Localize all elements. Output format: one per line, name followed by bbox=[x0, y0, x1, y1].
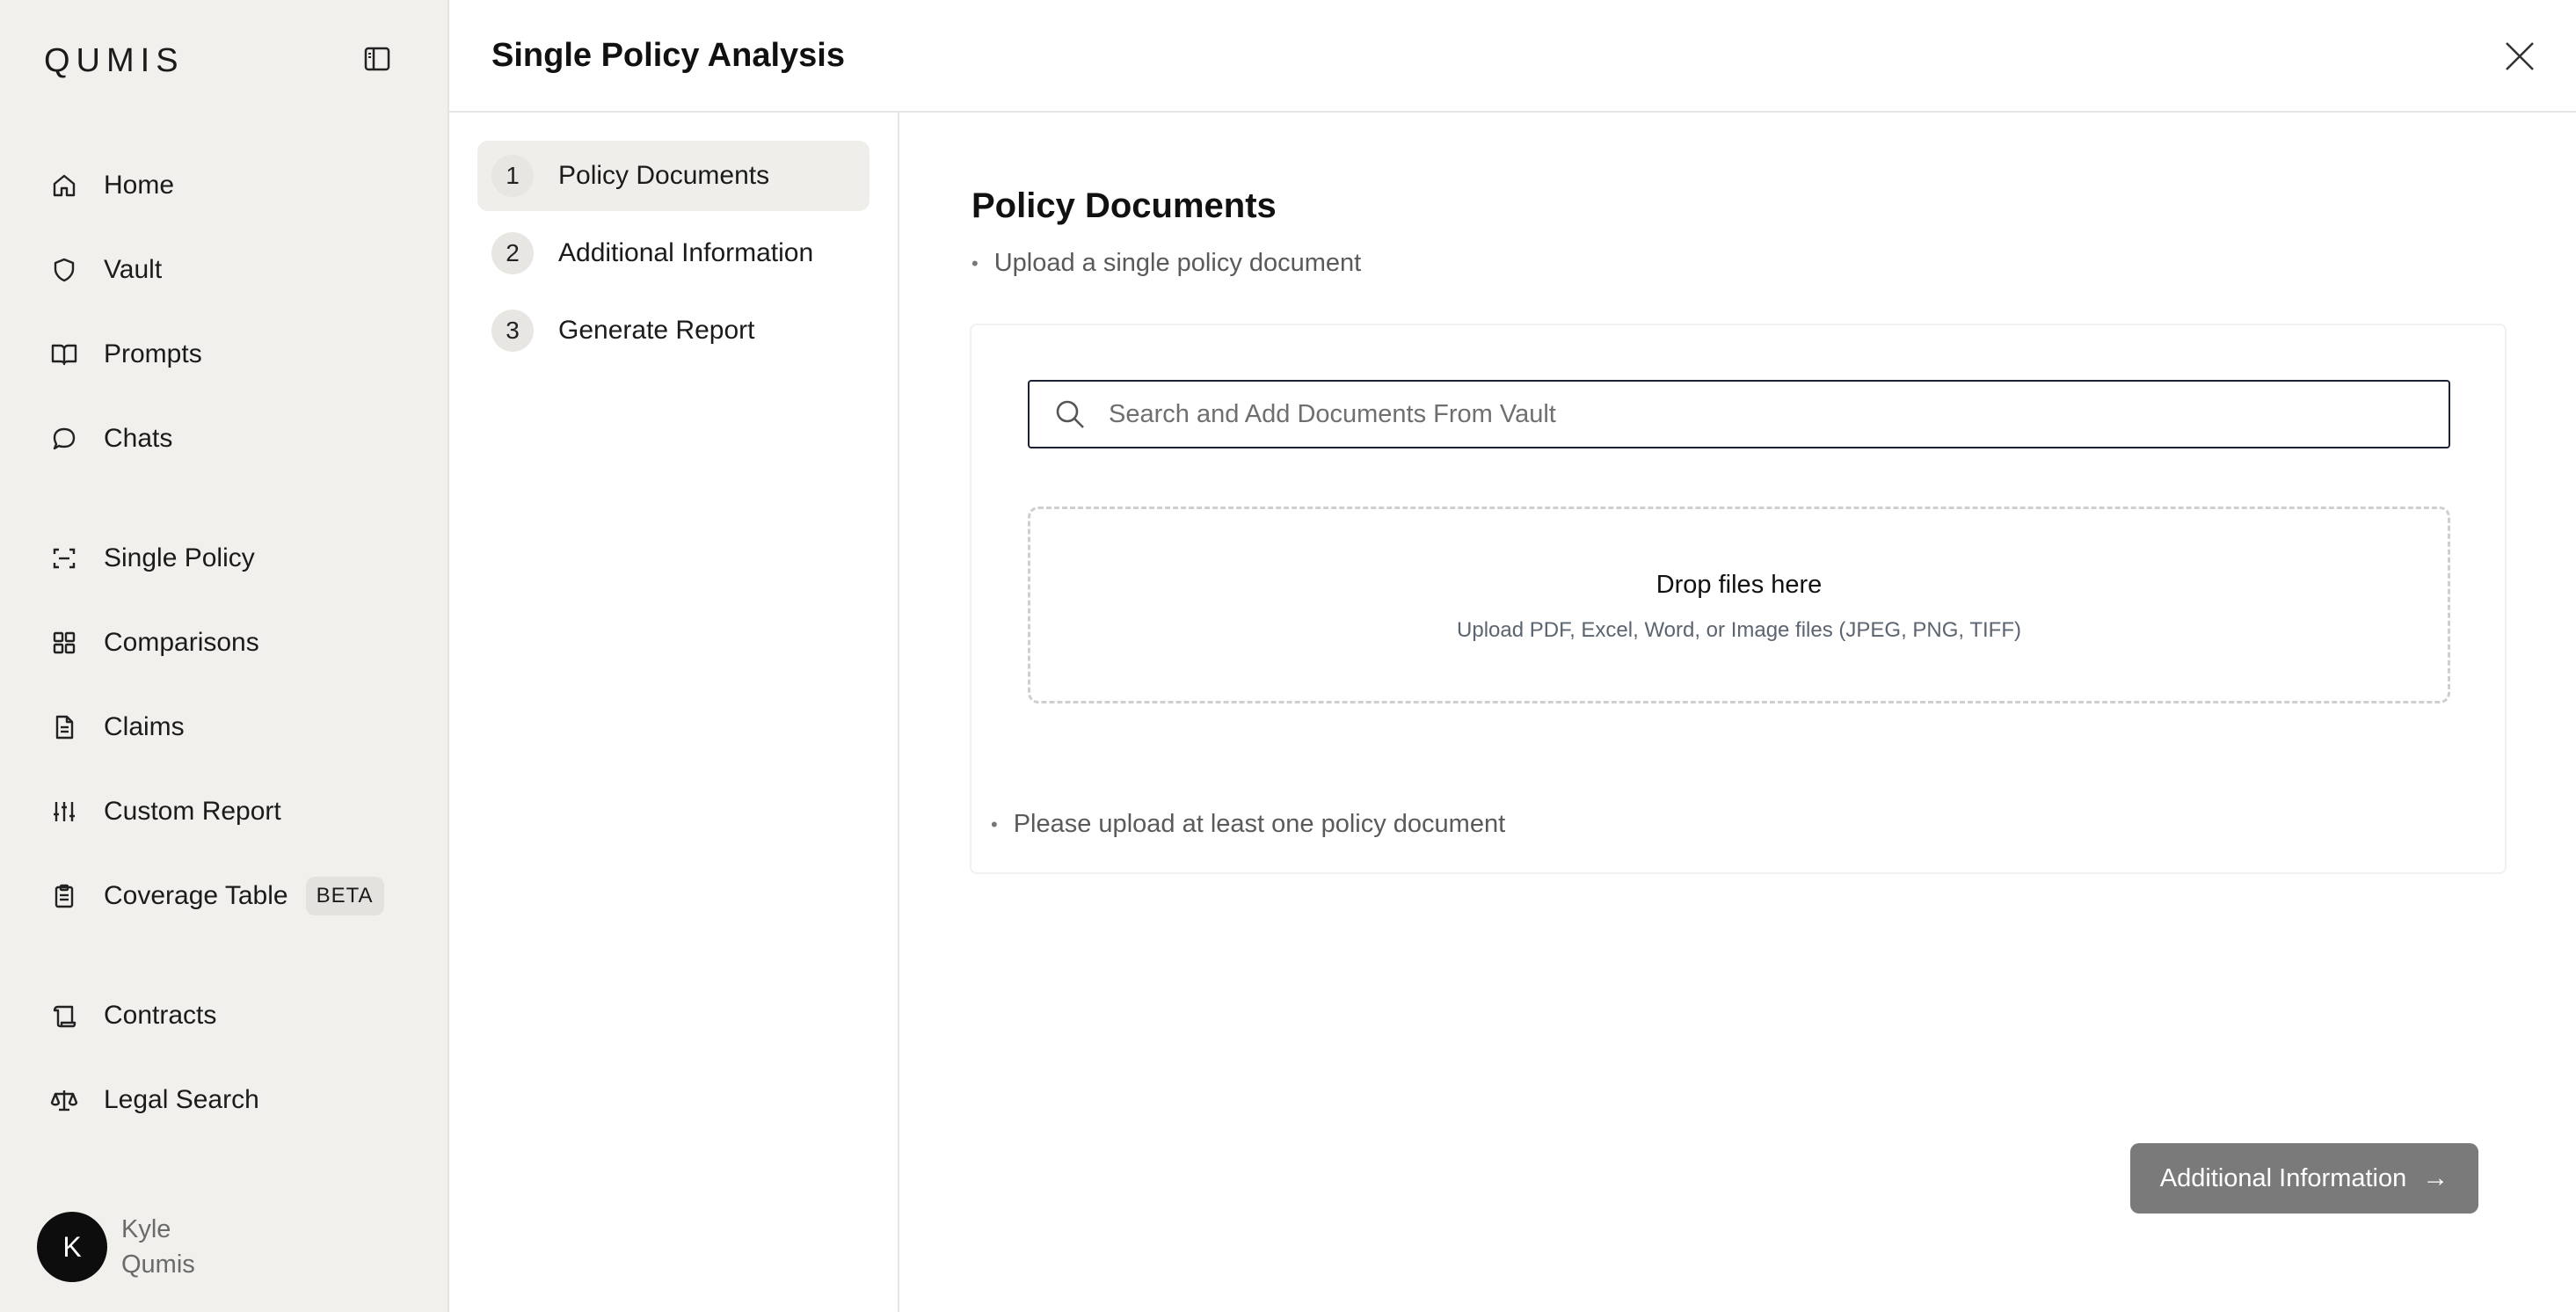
step-number: 2 bbox=[491, 232, 534, 274]
logo: QUMIS bbox=[44, 42, 185, 79]
user-profile[interactable]: K Kyle Qumis bbox=[37, 1212, 195, 1282]
document-icon bbox=[49, 712, 79, 742]
next-step-button[interactable]: Additional Information → bbox=[2130, 1143, 2478, 1214]
sliders-icon bbox=[49, 797, 79, 827]
sidebar-item-contracts[interactable]: Contracts bbox=[35, 984, 422, 1047]
upload-card: Drop files here Upload PDF, Excel, Word,… bbox=[970, 324, 2507, 874]
dropzone-subtitle: Upload PDF, Excel, Word, or Image files … bbox=[1457, 618, 2021, 642]
section-title: Policy Documents bbox=[971, 186, 1277, 225]
scroll-icon bbox=[49, 1001, 79, 1031]
sidebar-item-coverage-table[interactable]: Coverage Table BETA bbox=[35, 864, 422, 928]
user-last-name: Qumis bbox=[121, 1250, 195, 1279]
close-button[interactable] bbox=[2502, 39, 2537, 74]
instruction: • Upload a single policy document bbox=[971, 249, 1361, 278]
step-label: Generate Report bbox=[558, 316, 755, 345]
sidebar-item-label: Chats bbox=[104, 424, 173, 453]
sidebar-item-label: Single Policy bbox=[104, 543, 255, 572]
sidebar-item-vault[interactable]: Vault bbox=[35, 238, 422, 302]
step-number: 3 bbox=[491, 310, 534, 352]
chat-icon bbox=[49, 424, 79, 454]
sidebar-toggle-button[interactable] bbox=[360, 44, 394, 74]
steps-nav: 1 Policy Documents 2 Additional Informat… bbox=[449, 113, 899, 1312]
app-window: QUMIS Home Vault Prompts Chats Single Po… bbox=[0, 0, 2576, 1312]
sidebar-item-custom-report[interactable]: Custom Report bbox=[35, 780, 422, 843]
beta-badge: BETA bbox=[305, 877, 384, 915]
vault-search[interactable] bbox=[1028, 380, 2450, 448]
arrow-right-icon: → bbox=[2422, 1163, 2449, 1192]
clipboard-icon bbox=[49, 881, 79, 911]
header: Single Policy Analysis bbox=[449, 0, 2576, 113]
dropzone-title: Drop files here bbox=[1655, 571, 1823, 599]
shield-icon bbox=[49, 255, 79, 285]
sidebar-item-label: Legal Search bbox=[104, 1085, 259, 1114]
file-dropzone[interactable]: Drop files here Upload PDF, Excel, Word,… bbox=[1028, 507, 2450, 703]
sidebar-toggle-icon bbox=[364, 47, 390, 71]
sidebar-item-label: Coverage Table bbox=[104, 881, 288, 910]
sidebar-item-label: Claims bbox=[104, 712, 185, 741]
validation-text: Please upload at least one policy docume… bbox=[1013, 810, 1506, 838]
sidebar-item-single-policy[interactable]: Single Policy bbox=[35, 527, 422, 590]
book-icon bbox=[49, 339, 79, 369]
sidebar-item-label: Custom Report bbox=[104, 797, 281, 826]
step-additional-information[interactable]: 2 Additional Information bbox=[477, 218, 870, 288]
sidebar-item-label: Prompts bbox=[104, 339, 202, 368]
step-label: Additional Information bbox=[558, 238, 814, 267]
sidebar-item-home[interactable]: Home bbox=[35, 154, 422, 217]
scale-icon bbox=[49, 1085, 79, 1115]
avatar: K bbox=[37, 1212, 107, 1282]
sidebar-item-legal-search[interactable]: Legal Search bbox=[35, 1068, 422, 1132]
user-name: Kyle Qumis bbox=[121, 1212, 195, 1282]
search-icon bbox=[1056, 400, 1084, 428]
bullet: • bbox=[971, 251, 979, 274]
user-first-name: Kyle bbox=[121, 1215, 171, 1243]
page-title: Single Policy Analysis bbox=[491, 37, 845, 74]
sidebar-item-label: Comparisons bbox=[104, 628, 259, 657]
next-step-label: Additional Information bbox=[2159, 1163, 2407, 1192]
step-label: Policy Documents bbox=[558, 161, 770, 190]
sidebar: QUMIS Home Vault Prompts Chats Single Po… bbox=[0, 0, 449, 1312]
scan-icon bbox=[49, 543, 79, 573]
sidebar-item-chats[interactable]: Chats bbox=[35, 407, 422, 470]
step-generate-report[interactable]: 3 Generate Report bbox=[477, 295, 870, 366]
sidebar-item-prompts[interactable]: Prompts bbox=[35, 323, 422, 386]
instruction-text: Upload a single policy document bbox=[993, 249, 1362, 277]
validation-message: • Please upload at least one policy docu… bbox=[991, 810, 1505, 839]
sidebar-item-label: Vault bbox=[104, 255, 163, 284]
step-policy-documents[interactable]: 1 Policy Documents bbox=[477, 141, 870, 211]
search-input[interactable] bbox=[1109, 399, 2410, 429]
home-icon bbox=[49, 171, 79, 200]
grid-icon bbox=[49, 628, 79, 658]
sidebar-item-claims[interactable]: Claims bbox=[35, 696, 422, 759]
bullet: • bbox=[991, 813, 998, 835]
sidebar-item-label: Contracts bbox=[104, 1001, 217, 1030]
main-content: Policy Documents • Upload a single polic… bbox=[899, 113, 2576, 1312]
step-number: 1 bbox=[491, 155, 534, 197]
sidebar-item-comparisons[interactable]: Comparisons bbox=[35, 611, 422, 674]
sidebar-item-label: Home bbox=[104, 171, 175, 200]
close-icon bbox=[2506, 42, 2534, 70]
